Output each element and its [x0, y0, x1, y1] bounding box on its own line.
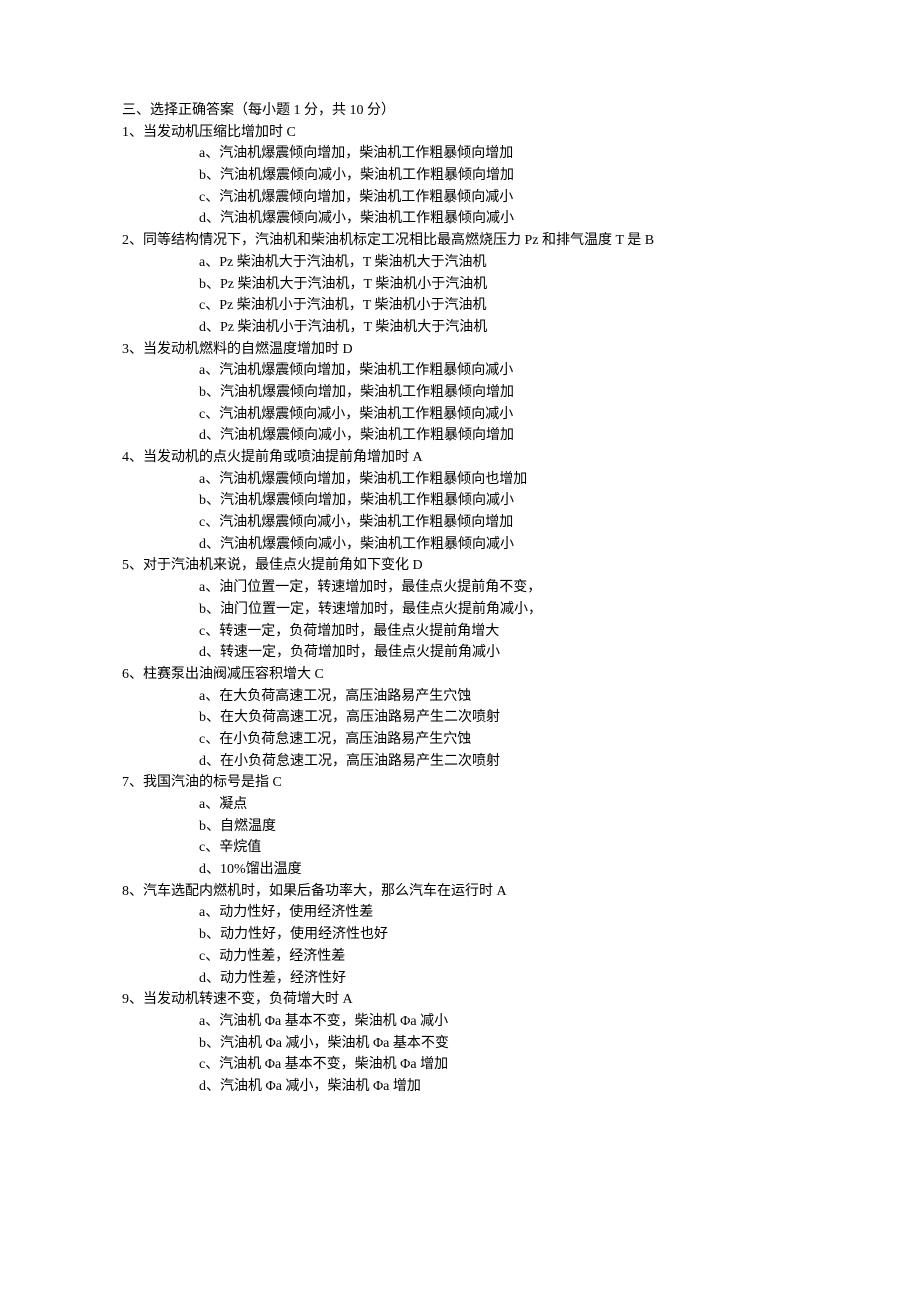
question-6-option-b: b、在大负荷高速工况，高压油路易产生二次喷射 [122, 707, 798, 729]
question-9-option-d: d、汽油机 Φa 减小，柴油机 Φa 增加 [122, 1076, 798, 1098]
question-3-option-a: a、汽油机爆震倾向增加，柴油机工作粗暴倾向减小 [122, 360, 798, 382]
question-3: 3、当发动机燃料的自燃温度增加时 D a、汽油机爆震倾向增加，柴油机工作粗暴倾向… [122, 339, 798, 447]
question-4-option-d: d、汽油机爆震倾向减小，柴油机工作粗暴倾向减小 [122, 534, 798, 556]
question-6-option-d: d、在小负荷怠速工况，高压油路易产生二次喷射 [122, 751, 798, 773]
question-9-stem: 9、当发动机转速不变，负荷增大时 A [122, 989, 798, 1011]
question-1-stem: 1、当发动机压缩比增加时 C [122, 122, 798, 144]
question-7-option-c: c、辛烷值 [122, 837, 798, 859]
question-6-stem: 6、柱赛泵出油阀减压容积增大 C [122, 664, 798, 686]
question-7-option-d: d、10%馏出温度 [122, 859, 798, 881]
question-9: 9、当发动机转速不变，负荷增大时 A a、汽油机 Φa 基本不变，柴油机 Φa … [122, 989, 798, 1097]
question-6-option-c: c、在小负荷怠速工况，高压油路易产生穴蚀 [122, 729, 798, 751]
question-1: 1、当发动机压缩比增加时 C a、汽油机爆震倾向增加，柴油机工作粗暴倾向增加 b… [122, 122, 798, 230]
question-8-option-c: c、动力性差，经济性差 [122, 946, 798, 968]
question-1-option-c: c、汽油机爆震倾向增加，柴油机工作粗暴倾向减小 [122, 187, 798, 209]
question-9-option-b: b、汽油机 Φa 减小，柴油机 Φa 基本不变 [122, 1033, 798, 1055]
question-4-option-a: a、汽油机爆震倾向增加，柴油机工作粗暴倾向也增加 [122, 469, 798, 491]
question-8-stem: 8、汽车选配内燃机时，如果后备功率大，那么汽车在运行时 A [122, 881, 798, 903]
question-2-option-d: d、Pz 柴油机小于汽油机，T 柴油机大于汽油机 [122, 317, 798, 339]
question-6-option-a: a、在大负荷高速工况，高压油路易产生穴蚀 [122, 686, 798, 708]
question-2-stem: 2、同等结构情况下，汽油机和柴油机标定工况相比最高燃烧压力 Pz 和排气温度 T… [122, 230, 798, 252]
question-8-option-a: a、动力性好，使用经济性差 [122, 902, 798, 924]
question-2: 2、同等结构情况下，汽油机和柴油机标定工况相比最高燃烧压力 Pz 和排气温度 T… [122, 230, 798, 338]
question-3-option-d: d、汽油机爆震倾向减小，柴油机工作粗暴倾向增加 [122, 425, 798, 447]
question-5: 5、对于汽油机来说，最佳点火提前角如下变化 D a、油门位置一定，转速增加时，最… [122, 555, 798, 663]
question-4-option-c: c、汽油机爆震倾向减小，柴油机工作粗暴倾向增加 [122, 512, 798, 534]
question-2-option-b: b、Pz 柴油机大于汽油机，T 柴油机小于汽油机 [122, 274, 798, 296]
question-4-option-b: b、汽油机爆震倾向增加，柴油机工作粗暴倾向减小 [122, 490, 798, 512]
question-1-option-d: d、汽油机爆震倾向减小，柴油机工作粗暴倾向减小 [122, 208, 798, 230]
question-6: 6、柱赛泵出油阀减压容积增大 C a、在大负荷高速工况，高压油路易产生穴蚀 b、… [122, 664, 798, 772]
question-3-option-b: b、汽油机爆震倾向增加，柴油机工作粗暴倾向增加 [122, 382, 798, 404]
question-4-stem: 4、当发动机的点火提前角或喷油提前角增加时 A [122, 447, 798, 469]
question-5-option-b: b、油门位置一定，转速增加时，最佳点火提前角减小， [122, 599, 798, 621]
question-1-option-a: a、汽油机爆震倾向增加，柴油机工作粗暴倾向增加 [122, 143, 798, 165]
question-2-option-a: a、Pz 柴油机大于汽油机，T 柴油机大于汽油机 [122, 252, 798, 274]
question-7-stem: 7、我国汽油的标号是指 C [122, 772, 798, 794]
question-5-stem: 5、对于汽油机来说，最佳点火提前角如下变化 D [122, 555, 798, 577]
question-5-option-d: d、转速一定，负荷增加时，最佳点火提前角减小 [122, 642, 798, 664]
question-8: 8、汽车选配内燃机时，如果后备功率大，那么汽车在运行时 A a、动力性好，使用经… [122, 881, 798, 989]
question-1-option-b: b、汽油机爆震倾向减小，柴油机工作粗暴倾向增加 [122, 165, 798, 187]
question-9-option-c: c、汽油机 Φa 基本不变，柴油机 Φa 增加 [122, 1054, 798, 1076]
question-7-option-b: b、自燃温度 [122, 816, 798, 838]
question-5-option-c: c、转速一定，负荷增加时，最佳点火提前角增大 [122, 621, 798, 643]
question-9-option-a: a、汽油机 Φa 基本不变，柴油机 Φa 减小 [122, 1011, 798, 1033]
question-7: 7、我国汽油的标号是指 C a、凝点 b、自燃温度 c、辛烷值 d、10%馏出温… [122, 772, 798, 880]
section-title: 三、选择正确答案（每小题 1 分，共 10 分） [122, 100, 798, 122]
question-4: 4、当发动机的点火提前角或喷油提前角增加时 A a、汽油机爆震倾向增加，柴油机工… [122, 447, 798, 555]
question-5-option-a: a、油门位置一定，转速增加时，最佳点火提前角不变， [122, 577, 798, 599]
question-3-option-c: c、汽油机爆震倾向减小，柴油机工作粗暴倾向减小 [122, 404, 798, 426]
question-8-option-b: b、动力性好，使用经济性也好 [122, 924, 798, 946]
question-3-stem: 3、当发动机燃料的自燃温度增加时 D [122, 339, 798, 361]
question-8-option-d: d、动力性差，经济性好 [122, 968, 798, 990]
question-7-option-a: a、凝点 [122, 794, 798, 816]
question-2-option-c: c、Pz 柴油机小于汽油机，T 柴油机小于汽油机 [122, 295, 798, 317]
